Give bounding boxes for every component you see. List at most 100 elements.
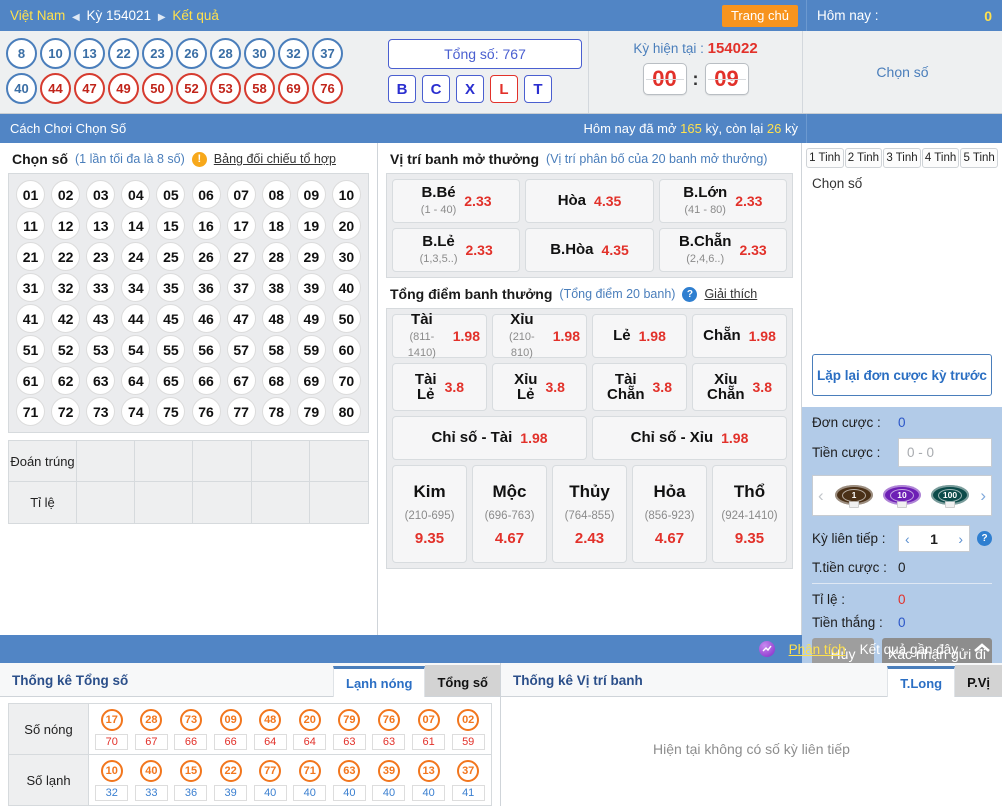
number-cell[interactable]: 04 [118, 179, 153, 210]
number-cell[interactable]: 39 [294, 272, 329, 303]
number-cell[interactable]: 05 [153, 179, 188, 210]
number-cell[interactable]: 11 [13, 210, 48, 241]
bet-option[interactable]: Chỉ số - Xỉu 1.98 [592, 416, 787, 460]
element-bet-option[interactable]: Mộc (696-763) 4.67 [472, 465, 547, 563]
bet-option[interactable]: B.Bé (1 - 40) 2.33 [392, 179, 521, 223]
number-cell[interactable]: 17 [224, 210, 259, 241]
number-cell[interactable]: 76 [188, 396, 223, 427]
chip-100[interactable]: 100 [930, 483, 970, 509]
number-ball[interactable]: 25 [156, 242, 186, 271]
number-cell[interactable]: 78 [259, 396, 294, 427]
number-cell[interactable]: 67 [224, 365, 259, 396]
number-ball[interactable]: 57 [226, 335, 256, 364]
letter-button-b[interactable]: B [388, 75, 416, 103]
number-ball[interactable]: 71 [16, 397, 46, 426]
number-cell[interactable]: 02 [48, 179, 83, 210]
number-ball[interactable]: 07 [226, 180, 256, 209]
home-button[interactable]: Trang chủ [721, 4, 798, 27]
number-cell[interactable]: 42 [48, 303, 83, 334]
number-ball[interactable]: 43 [86, 304, 116, 333]
number-ball[interactable]: 29 [296, 242, 326, 271]
element-bet-option[interactable]: Kim (210-695) 9.35 [392, 465, 467, 563]
number-ball[interactable]: 39 [296, 273, 326, 302]
number-ball[interactable]: 59 [296, 335, 326, 364]
number-ball[interactable]: 20 [331, 211, 361, 240]
consecutive-help-icon[interactable]: ? [977, 531, 992, 546]
number-ball[interactable]: 13 [86, 211, 116, 240]
number-cell[interactable]: 27 [224, 241, 259, 272]
bet-option[interactable]: Hòa 4.35 [525, 179, 654, 223]
tab-lanh-nong[interactable]: Lạnh nóng [333, 666, 426, 697]
number-ball[interactable]: 26 [191, 242, 221, 271]
element-bet-option[interactable]: Thủy (764-855) 2.43 [552, 465, 627, 563]
number-cell[interactable]: 65 [153, 365, 188, 396]
number-ball[interactable]: 46 [191, 304, 221, 333]
number-cell[interactable]: 21 [13, 241, 48, 272]
chip-prev-icon[interactable]: ‹ [818, 486, 824, 506]
number-cell[interactable]: 60 [329, 334, 364, 365]
number-ball[interactable]: 58 [261, 335, 291, 364]
number-ball[interactable]: 54 [121, 335, 151, 364]
combination-table-link[interactable]: Bảng đối chiếu tổ hợp [214, 152, 336, 166]
number-cell[interactable]: 09 [294, 179, 329, 210]
letter-button-t[interactable]: T [524, 75, 552, 103]
number-ball[interactable]: 74 [121, 397, 151, 426]
number-cell[interactable]: 08 [259, 179, 294, 210]
number-cell[interactable]: 66 [188, 365, 223, 396]
tinh-tab-3[interactable]: 3 Tinh [883, 148, 921, 168]
bet-option[interactable]: B.Hòa 4.35 [525, 228, 654, 272]
explain-link[interactable]: Giải thích [704, 287, 757, 301]
number-cell[interactable]: 36 [188, 272, 223, 303]
number-cell[interactable]: 50 [329, 303, 364, 334]
bet-option[interactable]: Xỉu Chẵn 3.8 [692, 363, 787, 411]
number-ball[interactable]: 73 [86, 397, 116, 426]
breadcrumb-result[interactable]: Kết quả [172, 8, 219, 23]
number-ball[interactable]: 78 [261, 397, 291, 426]
number-cell[interactable]: 24 [118, 241, 153, 272]
number-cell[interactable]: 13 [83, 210, 118, 241]
number-cell[interactable]: 51 [13, 334, 48, 365]
number-ball[interactable]: 14 [121, 211, 151, 240]
number-cell[interactable]: 55 [153, 334, 188, 365]
number-ball[interactable]: 09 [296, 180, 326, 209]
number-ball[interactable]: 49 [296, 304, 326, 333]
number-cell[interactable]: 14 [118, 210, 153, 241]
letter-button-c[interactable]: C [422, 75, 450, 103]
number-cell[interactable]: 54 [118, 334, 153, 365]
recent-results-label[interactable]: Kết quả gần đây [860, 642, 958, 657]
analysis-link[interactable]: Phân tích [789, 642, 846, 657]
number-ball[interactable]: 27 [226, 242, 256, 271]
number-cell[interactable]: 62 [48, 365, 83, 396]
number-cell[interactable]: 69 [294, 365, 329, 396]
number-cell[interactable]: 43 [83, 303, 118, 334]
number-ball[interactable]: 67 [226, 366, 256, 395]
consecutive-dec-icon[interactable]: ‹ [905, 531, 910, 547]
number-cell[interactable]: 80 [329, 396, 364, 427]
bet-option[interactable]: Chẵn 1.98 [692, 314, 787, 358]
bet-option[interactable]: Tài Lẻ 3.8 [392, 363, 487, 411]
number-cell[interactable]: 19 [294, 210, 329, 241]
number-ball[interactable]: 42 [51, 304, 81, 333]
number-cell[interactable]: 38 [259, 272, 294, 303]
number-ball[interactable]: 18 [261, 211, 291, 240]
number-ball[interactable]: 01 [16, 180, 46, 209]
number-ball[interactable]: 32 [51, 273, 81, 302]
bet-option[interactable]: Tài Chẵn 3.8 [592, 363, 687, 411]
number-ball[interactable]: 03 [86, 180, 116, 209]
number-ball[interactable]: 44 [121, 304, 151, 333]
number-cell[interactable]: 79 [294, 396, 329, 427]
number-cell[interactable]: 28 [259, 241, 294, 272]
bet-option[interactable]: Xỉu Lẻ 3.8 [492, 363, 587, 411]
number-cell[interactable]: 32 [48, 272, 83, 303]
number-cell[interactable]: 12 [48, 210, 83, 241]
number-cell[interactable]: 07 [224, 179, 259, 210]
number-cell[interactable]: 33 [83, 272, 118, 303]
number-ball[interactable]: 02 [51, 180, 81, 209]
element-bet-option[interactable]: Hỏa (856-923) 4.67 [632, 465, 707, 563]
number-cell[interactable]: 49 [294, 303, 329, 334]
number-ball[interactable]: 75 [156, 397, 186, 426]
number-cell[interactable]: 10 [329, 179, 364, 210]
number-cell[interactable]: 44 [118, 303, 153, 334]
number-ball[interactable]: 15 [156, 211, 186, 240]
number-ball[interactable]: 70 [331, 366, 361, 395]
